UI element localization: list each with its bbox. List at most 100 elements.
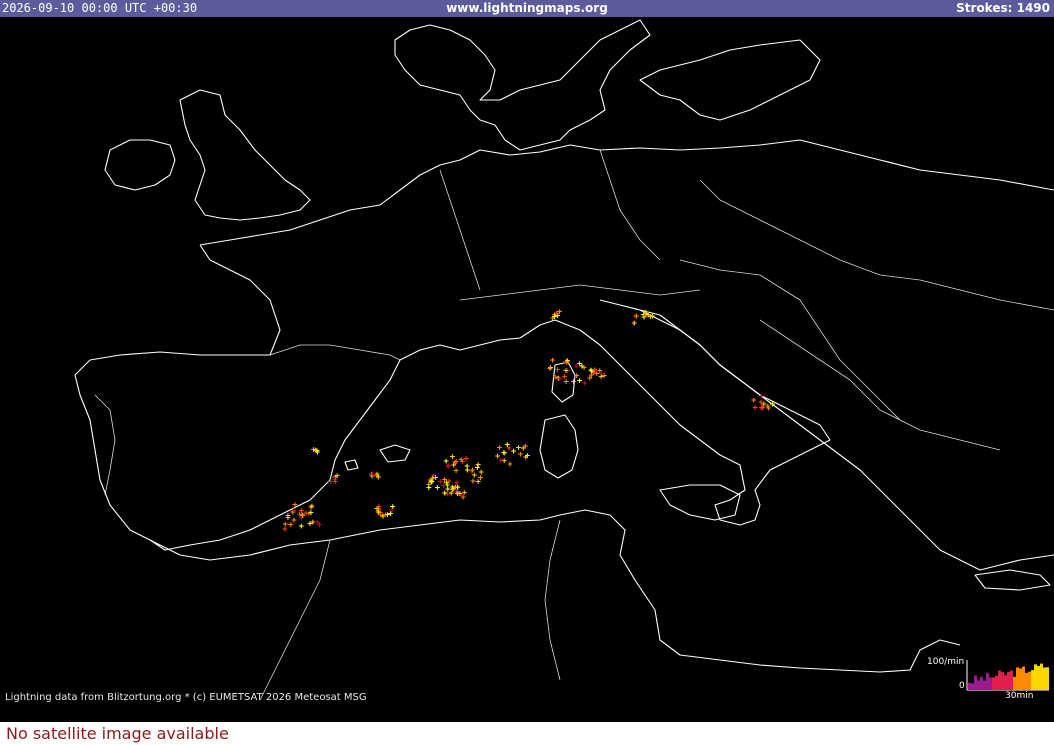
histogram-bar bbox=[968, 682, 971, 690]
strike-marker: + bbox=[308, 509, 314, 519]
strike-marker: + bbox=[751, 396, 757, 406]
histogram-bar bbox=[977, 680, 980, 690]
strike-marker: + bbox=[523, 453, 529, 463]
histogram-bar bbox=[998, 670, 1001, 690]
strike-marker: + bbox=[370, 470, 376, 480]
strike-marker: + bbox=[507, 460, 513, 470]
north-africa-coast bbox=[149, 509, 961, 673]
strike-marker: + bbox=[648, 313, 654, 323]
activity-histogram bbox=[966, 660, 1049, 691]
sardinia-coast bbox=[539, 414, 579, 479]
ireland-coast bbox=[104, 139, 176, 191]
strike-marker: + bbox=[333, 477, 339, 487]
strike-marker: + bbox=[282, 525, 288, 535]
balkan-coast bbox=[639, 309, 1054, 571]
histogram-bar bbox=[1043, 667, 1046, 690]
strike-marker: + bbox=[303, 509, 309, 519]
border-africa-2 bbox=[544, 519, 561, 681]
strike-marker: + bbox=[460, 490, 466, 500]
top-bar: 2026-09-10 00:00 UTC +00:30 www.lightnin… bbox=[0, 0, 1054, 17]
strike-marker: + bbox=[577, 377, 583, 387]
strike-marker: + bbox=[459, 455, 465, 465]
strike-marker: + bbox=[577, 360, 583, 370]
histogram-bar bbox=[1022, 666, 1025, 690]
strike-marker: + bbox=[594, 370, 600, 380]
histogram-bar bbox=[1016, 667, 1019, 690]
great-britain-coast bbox=[179, 89, 311, 221]
strike-marker: + bbox=[565, 357, 571, 367]
no-satellite-notice: No satellite image available bbox=[6, 724, 229, 743]
histogram-bar bbox=[1007, 671, 1010, 690]
strike-marker: + bbox=[453, 467, 459, 477]
histogram-bar bbox=[1025, 672, 1028, 690]
strike-marker: + bbox=[465, 466, 471, 476]
histogram-bar bbox=[1031, 670, 1034, 690]
histogram-bar bbox=[1037, 665, 1040, 690]
histogram-bar bbox=[1034, 664, 1037, 690]
strokes-count: Strokes: 1490 bbox=[956, 1, 1050, 15]
strike-marker: + bbox=[429, 478, 435, 488]
strike-marker: + bbox=[602, 371, 608, 381]
site-link[interactable]: www.lightningmaps.org bbox=[0, 0, 1054, 17]
strike-marker: + bbox=[376, 508, 382, 518]
activity-legend: 100/min 0 30min bbox=[915, 656, 1051, 706]
strike-marker: + bbox=[449, 489, 455, 499]
histogram-bar bbox=[1013, 676, 1016, 690]
histogram-bar bbox=[1010, 670, 1013, 690]
border-spain-portugal bbox=[94, 394, 116, 496]
border-alps bbox=[459, 284, 701, 301]
strike-marker: + bbox=[552, 312, 558, 322]
finland-coast bbox=[639, 39, 821, 121]
histogram-bar bbox=[1001, 672, 1004, 690]
border-france-germany bbox=[439, 169, 481, 291]
strike-marker: + bbox=[297, 510, 303, 520]
strike-marker: + bbox=[571, 377, 577, 387]
border-africa bbox=[259, 539, 331, 701]
strike-marker: + bbox=[299, 522, 305, 532]
border-spain-france bbox=[269, 344, 401, 361]
strike-marker: + bbox=[759, 403, 765, 413]
strike-marker: + bbox=[291, 507, 297, 517]
strike-marker: + bbox=[643, 308, 649, 318]
border-germany-poland bbox=[599, 149, 661, 261]
balearics-coast bbox=[379, 444, 411, 463]
border-east-1 bbox=[699, 179, 1054, 311]
balearics-coast-2 bbox=[344, 459, 359, 471]
strike-marker: + bbox=[557, 307, 563, 317]
histogram-bar bbox=[974, 675, 977, 690]
strike-marker: + bbox=[632, 319, 638, 329]
strike-marker: + bbox=[550, 356, 556, 366]
histogram-bar bbox=[1046, 667, 1049, 690]
histogram-bar bbox=[971, 683, 974, 690]
strike-marker: + bbox=[452, 458, 458, 468]
histogram-bar bbox=[989, 677, 992, 690]
lightning-map[interactable]: + + + + + + + + + + + + + + + + + + + + + + + + + + + + + + + + + + + + + + + +… bbox=[0, 0, 1054, 722]
crete-coast bbox=[974, 569, 1051, 591]
strike-marker: + bbox=[438, 477, 444, 487]
histogram-bar bbox=[986, 672, 989, 690]
histogram-bar bbox=[983, 680, 986, 690]
strike-marker: + bbox=[446, 462, 452, 472]
strike-marker: + bbox=[315, 518, 321, 528]
strike-marker: + bbox=[311, 445, 317, 455]
histogram-bar bbox=[1040, 663, 1043, 690]
scandinavia-coast bbox=[394, 19, 651, 151]
north-europe-coast bbox=[199, 139, 1054, 246]
strike-marker: + bbox=[476, 461, 482, 471]
histogram-bar bbox=[1004, 675, 1007, 690]
histogram-bar bbox=[1028, 671, 1031, 690]
strike-marker: + bbox=[385, 510, 391, 520]
strike-layer: ++++++ ++++ + ++ ++++++++++++ +++ + +++++ ++ ++++… bbox=[282, 307, 776, 535]
strike-marker: + bbox=[553, 373, 559, 383]
histogram-bar bbox=[1019, 668, 1022, 690]
strike-marker: + bbox=[523, 442, 529, 452]
strike-marker: + bbox=[495, 452, 501, 462]
data-credit: Lightning data from Blitzortung.org * (c… bbox=[5, 692, 367, 703]
border-balkans bbox=[759, 319, 1001, 451]
histogram-bar bbox=[980, 677, 983, 690]
histogram-bar bbox=[995, 675, 998, 690]
strike-marker: + bbox=[307, 520, 313, 530]
strike-marker: + bbox=[470, 477, 476, 487]
coastline-layer: ++++++ ++++ + ++ ++++++++++++ +++ + +++++ ++ ++++… bbox=[74, 19, 1054, 701]
histogram-bar bbox=[992, 677, 995, 690]
